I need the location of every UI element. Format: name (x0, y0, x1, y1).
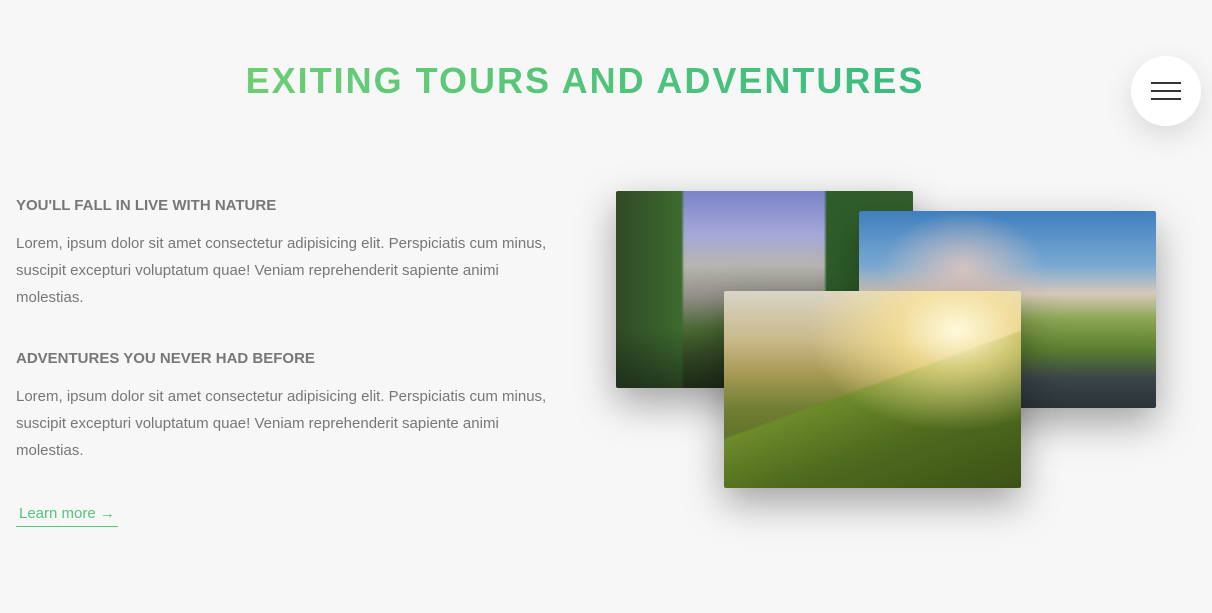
section-title: EXITING TOURS AND ADVENTURES (0, 60, 1170, 102)
nature-paragraph: Lorem, ipsum dolor sit amet consectetur … (16, 235, 547, 306)
about-text-column: YOU'LL FALL IN LIVE WITH NATURE Lorem, i… (16, 196, 556, 527)
learn-more-link[interactable]: Learn more → (16, 502, 118, 527)
adventures-paragraph: Lorem, ipsum dolor sit amet consectetur … (16, 388, 547, 459)
hamburger-menu-icon (1151, 82, 1181, 84)
hamburger-menu-icon-line (1151, 98, 1181, 100)
hamburger-menu-icon-line (1151, 90, 1181, 92)
ridge-hiker-photo[interactable] (724, 291, 1021, 488)
adventures-heading: ADVENTURES YOU NEVER HAD BEFORE (16, 350, 315, 367)
menu-button[interactable] (1131, 56, 1201, 126)
nature-heading: YOU'LL FALL IN LIVE WITH NATURE (16, 197, 277, 214)
